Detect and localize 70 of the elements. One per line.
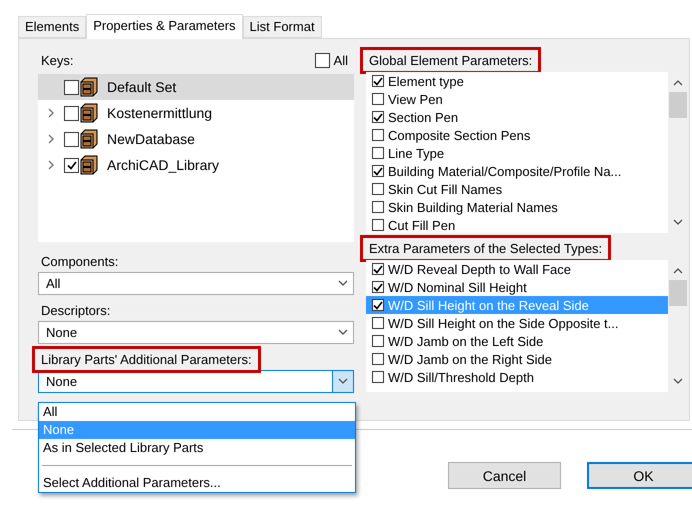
checkbox[interactable] (64, 106, 79, 120)
checkbox[interactable] (372, 165, 384, 177)
tree-item[interactable]: Default Set (38, 74, 354, 100)
tree-item[interactable]: NewDatabase (38, 126, 354, 152)
checkbox[interactable] (372, 93, 384, 105)
checkbox[interactable] (372, 111, 384, 123)
checkbox-label: All (334, 52, 348, 68)
cabinet-icon (79, 155, 99, 175)
tab[interactable]: List Format (242, 16, 322, 38)
checkbox[interactable] (64, 80, 79, 94)
dropdown-select[interactable]: None (38, 370, 354, 393)
parameter-item[interactable]: W/D Sill Height on the Side Opposite t... (366, 314, 668, 332)
cabinet-icon (79, 103, 99, 123)
tab[interactable]: Properties & Parameters (86, 14, 243, 39)
parameter-item[interactable]: Line Type (366, 144, 668, 162)
checkbox[interactable] (372, 371, 384, 383)
checkbox[interactable] (372, 353, 384, 365)
parameter-item[interactable]: Skin Building Material Names (366, 198, 668, 216)
checkbox[interactable] (372, 317, 384, 329)
field-label: Library Parts' Additional Parameters: (32, 346, 261, 372)
checkbox[interactable] (64, 132, 79, 146)
parameter-item[interactable]: W/D Nominal Sill Height (366, 278, 668, 296)
parameter-item[interactable]: W/D Jamb on the Right Side (366, 350, 668, 368)
field-label: Components: (40, 252, 120, 271)
checkbox[interactable] (372, 147, 384, 159)
cabinet-icon (79, 77, 99, 97)
parameter-item[interactable]: View Pen (366, 90, 668, 108)
chevron-icon[interactable] (48, 108, 54, 118)
tree-item[interactable]: ArchiCAD_Library (38, 152, 354, 178)
checkbox[interactable] (372, 281, 384, 293)
parameter-item[interactable]: Section Pen (366, 108, 668, 126)
parameter-item[interactable]: Cut Fill Pen (366, 216, 668, 233)
parameter-item[interactable]: Building Material/Composite/Profile Na... (366, 162, 668, 180)
menu-item[interactable]: Select Additional Parameters... (39, 474, 355, 492)
checkbox[interactable] (372, 201, 384, 213)
menu-item[interactable]: All (39, 403, 355, 421)
parameter-item[interactable]: W/D Sill/Threshold Depth (366, 368, 668, 386)
checkbox[interactable] (372, 183, 384, 195)
chevron-icon[interactable] (48, 134, 54, 144)
dropdown-select[interactable]: None (38, 321, 354, 344)
checkmark-icon (373, 112, 383, 122)
checkbox[interactable] (372, 129, 384, 141)
chevron-icon (338, 378, 348, 385)
chevron-icon[interactable] (48, 160, 54, 170)
checkmark-icon (66, 160, 76, 170)
chevron-icon (338, 329, 348, 336)
checkmark-icon (373, 166, 383, 176)
tree-item[interactable]: Kostenermittlung (38, 100, 354, 126)
field-label: Descriptors: (40, 302, 112, 320)
dialog-button[interactable]: OK (587, 462, 692, 489)
checkbox[interactable] (372, 299, 384, 311)
checkbox[interactable] (314, 52, 330, 68)
parameter-item[interactable]: W/D Jamb on the Left Side (366, 332, 668, 350)
checkbox[interactable] (372, 263, 384, 275)
checkbox[interactable] (372, 335, 384, 347)
parameter-item[interactable]: W/D Reveal Depth to Wall Face (366, 260, 668, 278)
dropdown-select[interactable]: All (38, 272, 354, 295)
checkbox[interactable] (372, 75, 384, 87)
checkbox[interactable] (372, 219, 384, 231)
cabinet-icon (79, 129, 99, 149)
menu-item[interactable]: As in Selected Library Parts (39, 439, 355, 457)
parameter-item[interactable]: Element type (366, 72, 668, 90)
tab[interactable]: Elements (18, 16, 86, 38)
checkmark-icon (373, 76, 383, 86)
dialog-button[interactable]: Cancel (448, 462, 561, 489)
parameter-item[interactable]: Skin Cut Fill Names (366, 180, 668, 198)
checkbox[interactable] (64, 158, 79, 172)
chevron-icon (338, 280, 348, 287)
parameter-item[interactable]: Composite Section Pens (366, 126, 668, 144)
section-label: Keys: (40, 52, 75, 70)
